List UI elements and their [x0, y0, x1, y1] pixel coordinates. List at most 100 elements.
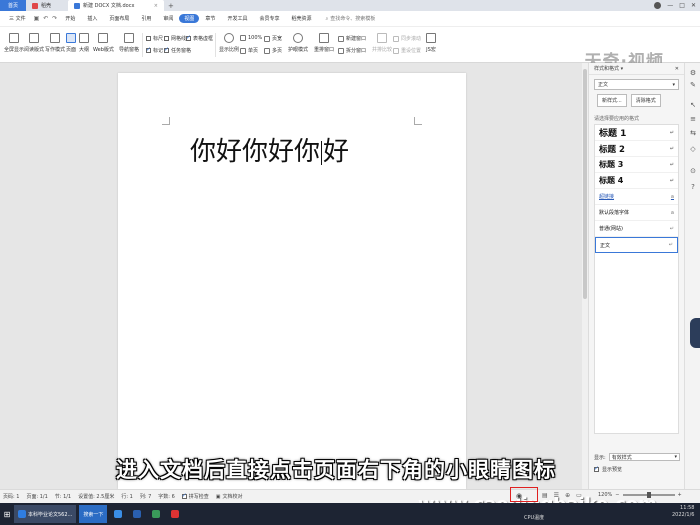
- menu-docer-resources[interactable]: 稻壳资源: [285, 15, 317, 22]
- taskbar-app-2[interactable]: [110, 505, 126, 523]
- style-item-heading-1[interactable]: 标题 1 ↵: [595, 125, 678, 141]
- one-page-button[interactable]: 单页: [240, 47, 258, 54]
- status-pages[interactable]: 页面: 1/1: [26, 493, 47, 500]
- ruler-check[interactable]: [146, 36, 151, 41]
- settings-icon[interactable]: ⚙: [689, 69, 697, 77]
- style-item-heading-3[interactable]: 标题 3 ↵: [595, 157, 678, 173]
- show-filter-select[interactable]: 有效样式 ▾: [608, 453, 680, 461]
- outline-view-icon[interactable]: ☰: [554, 492, 559, 499]
- table-gridlines-check[interactable]: [186, 34, 191, 41]
- menu-developer[interactable]: 开发工具: [221, 15, 253, 22]
- task-pane-checkbox[interactable]: 任务窗格: [164, 46, 191, 54]
- markup-check[interactable]: [146, 46, 151, 53]
- taskbar-search[interactable]: 搜索一下: [79, 505, 108, 523]
- split-window-button[interactable]: 拆分窗口: [338, 47, 366, 54]
- new-window-button[interactable]: 新建窗口: [338, 35, 366, 42]
- web-layout-button[interactable]: Web版式: [93, 33, 114, 53]
- nav-pane-button[interactable]: 导航窗格: [119, 33, 139, 53]
- outline-button[interactable]: 大纲: [79, 33, 89, 53]
- file-menu[interactable]: 三 文件: [3, 15, 32, 22]
- new-style-button[interactable]: 新样式...: [597, 94, 627, 107]
- style-item-heading-2[interactable]: 标题 2 ↵: [595, 141, 678, 157]
- js-macro-button[interactable]: JS宏: [426, 33, 436, 53]
- style-item-heading-4[interactable]: 标题 4 ↵: [595, 173, 678, 189]
- close-window-button[interactable]: ✕: [691, 2, 696, 9]
- tab-home[interactable]: 首页: [0, 0, 26, 11]
- command-search[interactable]: ⌕ 查找命令、搜索模板: [325, 15, 375, 23]
- style-item-normal-web[interactable]: 普通(网站) ↵: [595, 221, 678, 237]
- style-item-hyperlink[interactable]: 超链接 a: [595, 189, 678, 205]
- page-view-button[interactable]: 页面: [66, 33, 76, 53]
- zoom-slider[interactable]: [622, 492, 675, 498]
- floating-assistant-button[interactable]: [690, 318, 700, 348]
- sliders-icon[interactable]: ≡: [689, 115, 697, 123]
- document-area[interactable]: 你好你好你好: [0, 63, 588, 489]
- menu-view[interactable]: 视图: [179, 14, 200, 23]
- status-section[interactable]: 节: 1/1: [55, 493, 71, 500]
- style-item-body[interactable]: 正文 ↵: [595, 237, 678, 253]
- menu-home[interactable]: 开始: [59, 15, 81, 22]
- undo-icon[interactable]: ↶: [41, 15, 50, 22]
- menu-insert[interactable]: 插入: [81, 15, 103, 22]
- zoom-slider-knob[interactable]: [646, 492, 651, 498]
- select-cursor-icon[interactable]: ↖: [689, 101, 697, 109]
- menu-references[interactable]: 引用: [135, 15, 157, 22]
- task-pane-check[interactable]: [164, 46, 169, 53]
- scrollbar-thumb[interactable]: [583, 69, 587, 299]
- transfer-icon[interactable]: ⇆: [689, 129, 697, 137]
- tab-docer[interactable]: 稻壳: [26, 0, 68, 11]
- system-clock[interactable]: 11:58 2022/1/6: [672, 505, 694, 519]
- status-words[interactable]: 字数: 6: [158, 493, 174, 500]
- new-tab-button[interactable]: +: [168, 2, 174, 10]
- styles-panel-title[interactable]: 样式和格式 ▾: [594, 65, 623, 72]
- tab-document[interactable]: 新建 DOCX 文档.docx ×: [68, 0, 164, 11]
- proofread-button[interactable]: ▣ 文档校对: [216, 493, 243, 501]
- menu-member[interactable]: 会员专享: [253, 15, 285, 22]
- zoom-in-button[interactable]: +: [678, 492, 682, 498]
- style-item-default-font[interactable]: 默认段落字体 a: [595, 205, 678, 221]
- zoom-out-button[interactable]: −: [615, 492, 619, 498]
- multi-page-button[interactable]: 多页: [264, 47, 282, 54]
- table-gridlines-checkbox[interactable]: 表格虚框: [186, 34, 213, 42]
- status-page-num[interactable]: 页码: 1: [3, 493, 19, 500]
- reading-mode-button[interactable]: 阅读版式: [24, 33, 44, 53]
- help-icon[interactable]: ?: [689, 183, 697, 191]
- taskbar-app-3[interactable]: [129, 505, 145, 523]
- menu-review[interactable]: 审阅: [157, 15, 179, 22]
- preview-checkbox[interactable]: [594, 465, 599, 472]
- location-icon[interactable]: ⊙: [689, 167, 697, 175]
- windows-start-icon[interactable]: ⊞: [0, 503, 14, 525]
- menu-section[interactable]: 章节: [199, 15, 221, 22]
- web-view-icon[interactable]: ⊕: [565, 492, 570, 499]
- status-setting[interactable]: 设置值: 2.5厘米: [78, 493, 114, 500]
- page-view-icon[interactable]: ▤: [542, 492, 548, 499]
- save-icon[interactable]: ▣: [32, 15, 42, 22]
- close-tab-icon[interactable]: ×: [154, 3, 158, 9]
- maximize-button[interactable]: □: [679, 2, 685, 9]
- menu-page-layout[interactable]: 页面布局: [103, 15, 135, 22]
- taskbar-browser[interactable]: 本科毕业论文562...: [14, 505, 77, 523]
- current-style-select[interactable]: 正文 ▾: [594, 79, 679, 90]
- full-screen-button[interactable]: 全屏显示: [4, 33, 24, 53]
- clear-format-button[interactable]: 清除格式: [630, 94, 661, 107]
- zoom-value[interactable]: 120%: [598, 492, 612, 498]
- side-by-side-button[interactable]: 并排比较: [372, 33, 392, 53]
- taskbar-app-4[interactable]: [148, 505, 164, 523]
- markup-checkbox[interactable]: 标记: [146, 46, 163, 54]
- zoom-button[interactable]: 显示比例: [219, 33, 239, 53]
- write-mode-button[interactable]: 写作模式: [45, 33, 65, 53]
- spell-check-toggle[interactable]: 拼写检查: [181, 492, 209, 500]
- read-view-icon[interactable]: ▭: [576, 492, 582, 499]
- user-avatar[interactable]: [654, 2, 662, 9]
- rearrange-window-button[interactable]: 重排窗口: [314, 33, 334, 53]
- page-width-button[interactable]: 页宽: [264, 35, 282, 42]
- shape-icon[interactable]: ◇: [689, 145, 697, 153]
- panel-close-icon[interactable]: ✕: [675, 66, 679, 72]
- gridlines-checkbox[interactable]: 网格线: [164, 35, 186, 42]
- reset-position-button[interactable]: 重设位置: [393, 47, 421, 54]
- style-brush-icon[interactable]: ✎: [689, 81, 697, 89]
- document-page[interactable]: 你好你好你好: [118, 73, 466, 489]
- document-text[interactable]: 你好你好你好: [190, 131, 349, 168]
- ruler-checkbox[interactable]: 标尺: [146, 35, 163, 42]
- redo-icon[interactable]: ↷: [50, 15, 59, 22]
